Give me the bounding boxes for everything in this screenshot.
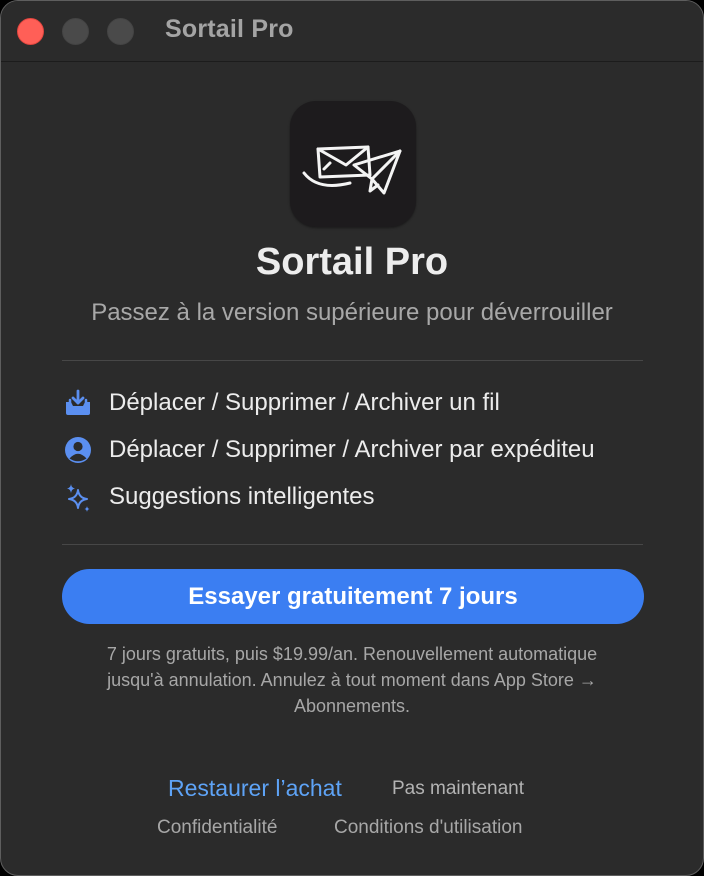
start-free-trial-button[interactable]: Essayer gratuitement 7 jours bbox=[62, 569, 644, 624]
divider-top bbox=[62, 360, 643, 361]
app-name: Sortail Pro bbox=[255, 241, 449, 283]
paywall-window: Sortail Pro Sortail Pro Passez à la vers… bbox=[0, 0, 704, 876]
feature-item-suggestions: Suggestions intelligentes bbox=[62, 481, 375, 513]
tray-download-icon bbox=[62, 387, 94, 419]
envelope-paper-plane-icon bbox=[302, 145, 402, 195]
feature-item-sender: Déplacer / Supprimer / Archiver par expé… bbox=[62, 434, 595, 466]
restore-purchase-link[interactable]: Restaurer l’achat bbox=[168, 775, 342, 802]
sparkles-icon bbox=[62, 481, 94, 513]
fine-print-line: 7 jours gratuits, puis $19.99/an. Renouv… bbox=[106, 644, 598, 664]
app-icon bbox=[290, 101, 416, 227]
feature-label: Déplacer / Supprimer / Archiver un fil bbox=[109, 389, 500, 416]
fine-print-line: Abonnements. bbox=[293, 696, 411, 716]
feature-label: Déplacer / Supprimer / Archiver par expé… bbox=[109, 436, 595, 463]
subscription-terms-text: 7 jours gratuits, puis $19.99/an. Renouv… bbox=[51, 641, 653, 719]
terms-of-use-link[interactable]: Conditions d'utilisation bbox=[334, 817, 522, 839]
not-now-button[interactable]: Pas maintenant bbox=[392, 778, 524, 800]
upgrade-subtitle: Passez à la version supérieure pour déve… bbox=[91, 299, 613, 326]
privacy-link[interactable]: Confidentialité bbox=[157, 817, 277, 839]
title-bar: Sortail Pro bbox=[1, 1, 703, 62]
minimize-window-button[interactable] bbox=[62, 18, 89, 45]
person-circle-icon bbox=[62, 434, 94, 466]
window-title: Sortail Pro bbox=[165, 15, 294, 43]
fine-print-line: jusqu'à annulation. Annulez à tout momen… bbox=[107, 670, 597, 690]
divider-bottom bbox=[62, 544, 643, 545]
feature-label: Suggestions intelligentes bbox=[109, 483, 375, 510]
close-window-button[interactable] bbox=[17, 18, 44, 45]
feature-item-thread: Déplacer / Supprimer / Archiver un fil bbox=[62, 387, 500, 419]
zoom-window-button[interactable] bbox=[107, 18, 134, 45]
